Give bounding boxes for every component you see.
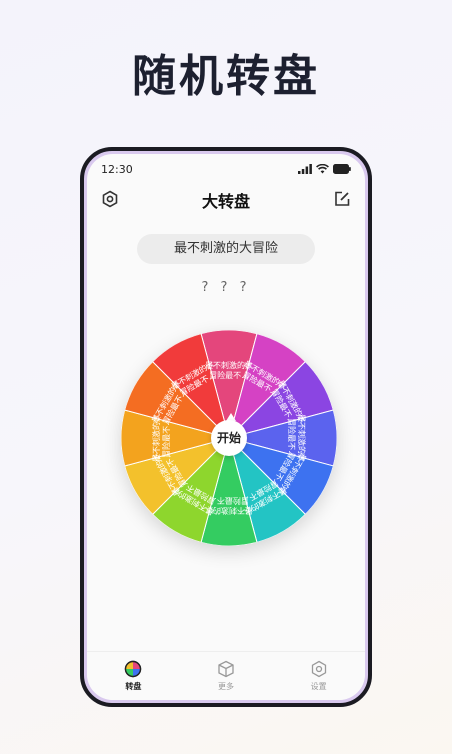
status-bar: 12:30 [101, 162, 351, 176]
tab-settings[interactable]: 设置 [272, 652, 365, 700]
battery-icon [333, 164, 351, 174]
cube-icon [218, 660, 234, 678]
tab-wheel[interactable]: 转盘 [87, 652, 180, 700]
wifi-icon [316, 164, 329, 174]
tab-more-label: 更多 [218, 682, 234, 691]
tab-bar: 转盘 更多 设置 [87, 651, 365, 700]
tab-wheel-label: 转盘 [125, 682, 142, 691]
start-button[interactable]: 开始 [211, 420, 247, 456]
tab-settings-label: 设置 [310, 682, 327, 691]
edit-icon[interactable] [333, 190, 351, 208]
app-title: 大转盘 [201, 192, 250, 211]
status-icons [298, 164, 351, 174]
promo-headline: 随机转盘 [132, 51, 320, 102]
signal-icon [298, 164, 312, 174]
tab-more[interactable]: 更多 [180, 652, 273, 700]
current-topic-pill[interactable]: 最不刺激的大冒险 [137, 234, 315, 264]
wheel-icon [125, 660, 142, 678]
spin-result: ? ? ? [201, 280, 251, 295]
phone-frame: 12:30 大转盘 最不刺激的大冒险 ? ? ? 最不刺激的大 冒险最不... … [80, 147, 372, 707]
hexagon-settings-icon [311, 660, 326, 678]
app-header: 大转盘 [87, 184, 365, 214]
app-screen: 12:30 大转盘 最不刺激的大冒险 ? ? ? 最不刺激的大 冒险最不... … [87, 154, 365, 700]
status-time: 12:30 [101, 162, 133, 176]
